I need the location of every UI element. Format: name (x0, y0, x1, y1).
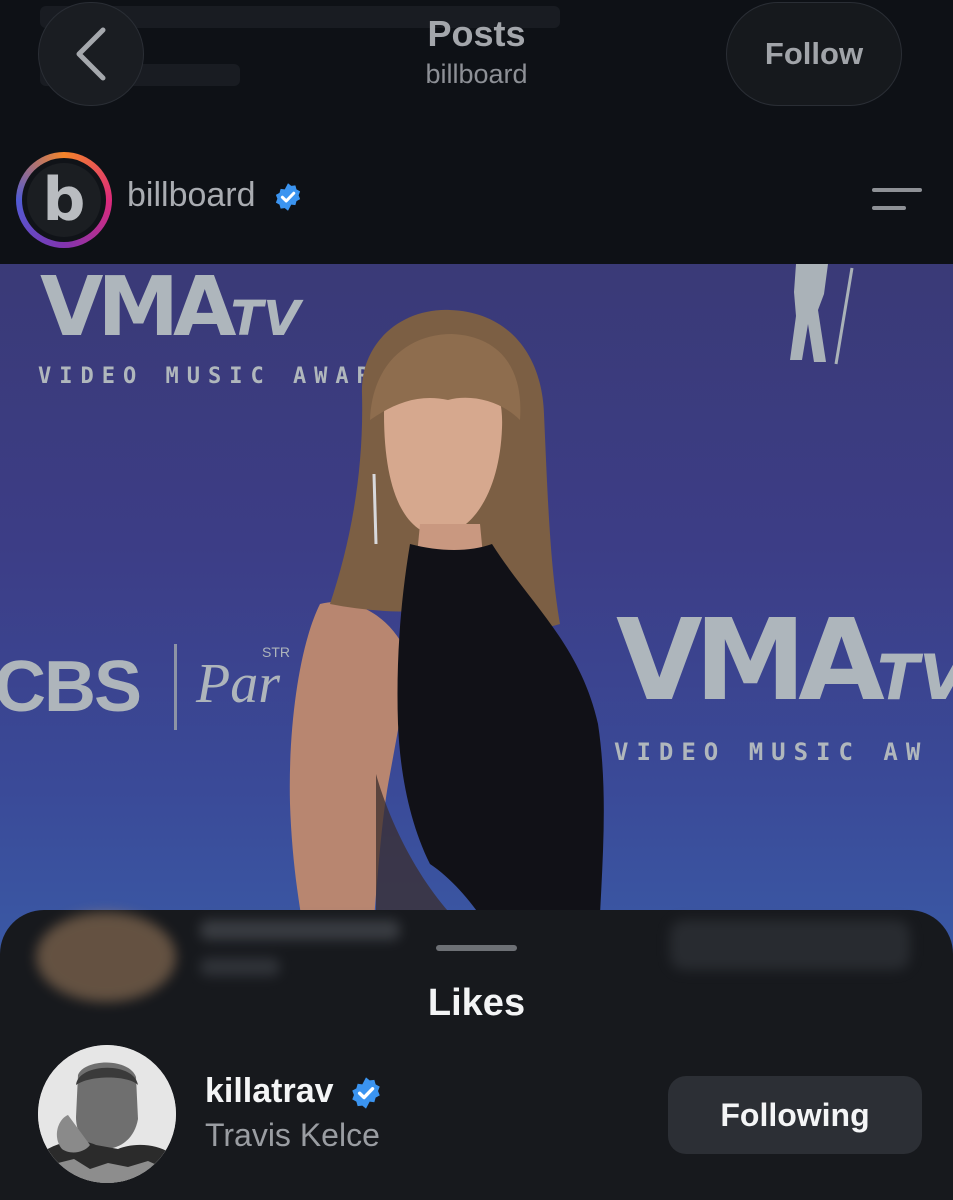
vma-backdrop-text-right: VIDEO MUSIC AW (614, 738, 929, 766)
paramount-logo: Par STR (196, 644, 290, 715)
billboard-logo-icon: b (27, 163, 101, 237)
liker-username[interactable]: killatrav (205, 1072, 334, 1110)
vma-logo-right: VMATV (616, 596, 953, 726)
account-name-row[interactable]: billboard (127, 176, 303, 215)
menu-icon[interactable] (872, 184, 922, 214)
verified-badge-icon (275, 183, 301, 211)
account-username[interactable]: billboard (127, 176, 256, 214)
liker-avatar[interactable] (38, 1045, 176, 1183)
verified-badge-icon (352, 1077, 380, 1109)
sheet-title: Likes (427, 982, 526, 1024)
moonman-trophy-icon (790, 264, 854, 365)
top-bar: Posts billboard Follow (0, 0, 953, 140)
vma-logo-top: VMATV (40, 264, 301, 355)
post-header: b billboard (0, 140, 953, 264)
likes-sheet: Likes killatrav Travis Kelce Following (0, 910, 953, 1200)
person-figure (289, 309, 604, 964)
liker-full-name: Travis Kelce (205, 1117, 380, 1153)
post-photo[interactable]: VMATV VIDEO MUSIC AWARDS CBS Par STR VMAT… (0, 264, 953, 964)
follow-button[interactable]: Follow (726, 2, 902, 106)
liker-username-row[interactable]: killatrav (205, 1072, 383, 1111)
sponsor-divider (174, 644, 177, 730)
cbs-logo: CBS (0, 647, 142, 727)
liker-photo-icon (38, 1045, 176, 1183)
account-avatar[interactable]: b (16, 152, 112, 248)
following-button[interactable]: Following (668, 1076, 922, 1154)
